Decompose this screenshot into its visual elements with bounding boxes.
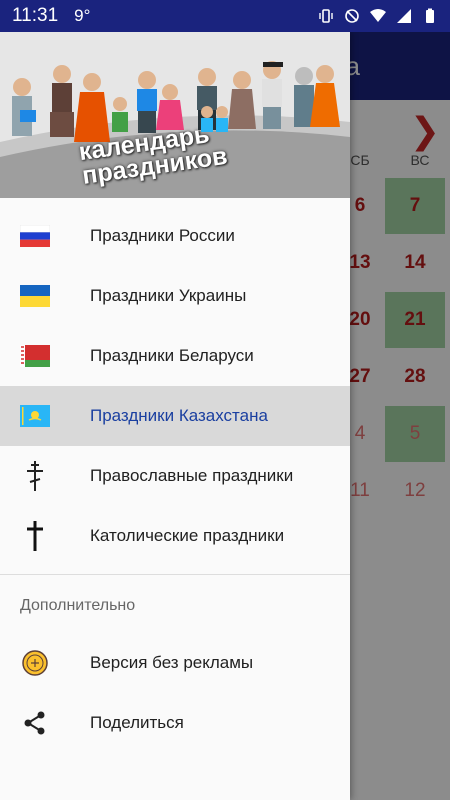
navigation-drawer: календарь праздников Праздники России Пр…	[0, 32, 350, 800]
latin-cross-icon	[20, 521, 50, 551]
alarm-off-icon	[345, 9, 359, 23]
belarus-flag-icon	[20, 341, 50, 371]
menu-item-label: Праздники Казахстана	[90, 406, 268, 425]
battery-icon	[426, 8, 434, 23]
russia-flag-icon	[20, 221, 50, 251]
signal-icon	[397, 9, 411, 23]
share-icon	[20, 708, 50, 738]
menu-item-label: Праздники Украины	[90, 286, 247, 305]
orthodox-cross-icon	[20, 461, 50, 491]
menu-item-belarus[interactable]: Праздники Беларуси	[0, 326, 350, 386]
menu-item-orthodox[interactable]: Православные праздники	[0, 446, 350, 506]
status-time: 11:31	[12, 5, 59, 26]
menu-item-label: Праздники России	[90, 226, 235, 245]
drawer-header: календарь праздников	[0, 32, 350, 198]
wifi-icon	[370, 9, 386, 22]
drawer-menu: Праздники России Праздники Украины Празд…	[0, 198, 350, 566]
menu-item-ukraine[interactable]: Праздники Украины	[0, 266, 350, 326]
kazakhstan-flag-icon	[20, 401, 50, 431]
menu-item-catholic[interactable]: Католические праздники	[0, 506, 350, 566]
ukraine-flag-icon	[20, 281, 50, 311]
status-bar: 11:31 9°	[0, 0, 450, 32]
menu-item-russia[interactable]: Праздники России	[0, 206, 350, 266]
menu-item-share[interactable]: Поделиться	[0, 693, 350, 753]
menu-item-no-ads[interactable]: Версия без рекламы	[0, 633, 350, 693]
menu-item-label: Праздники Беларуси	[90, 346, 254, 365]
status-icons	[318, 8, 438, 24]
menu-item-label: Католические праздники	[90, 526, 285, 545]
status-temperature: 9°	[74, 6, 91, 25]
menu-item-kazakhstan[interactable]: Праздники Казахстана	[0, 386, 350, 446]
menu-item-label: Православные праздники	[90, 466, 294, 485]
no-ads-coin-icon	[20, 648, 50, 678]
section-title-extra: Дополнительно	[20, 597, 136, 614]
vibrate-icon	[319, 9, 333, 23]
menu-item-label: Версия без рекламы	[90, 653, 254, 672]
menu-item-label: Поделиться	[90, 713, 184, 732]
